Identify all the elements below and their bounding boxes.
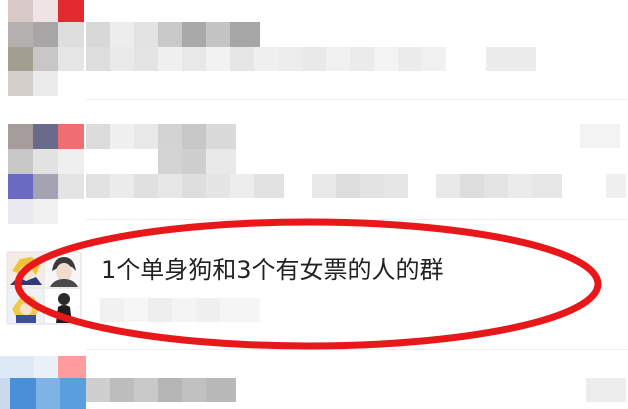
member-avatar-1: [8, 253, 43, 287]
group-avatar-image: [6, 251, 82, 325]
pixelated-timestamp: [580, 124, 620, 148]
pixelated-preview: [86, 47, 536, 71]
pixelated-avatar: [8, 0, 84, 96]
pixelated-title: [86, 378, 236, 402]
pixelated-title: [86, 22, 260, 47]
member-avatar-2: [45, 253, 80, 287]
group-chat-title: 1个单身狗和3个有女票的人的群: [101, 256, 444, 284]
pixelated-timestamp: [586, 378, 626, 402]
member-avatar-3: [8, 289, 43, 323]
pixelated-preview: [86, 174, 626, 198]
pixelated-avatar: [0, 356, 86, 409]
chat-list-item-censored-2[interactable]: [0, 100, 628, 224]
chat-list-item-censored-3[interactable]: [0, 350, 628, 409]
pixelated-preview: [100, 298, 260, 322]
pixelated-title: [86, 124, 236, 174]
member-avatar-4: [45, 289, 80, 323]
chat-list-screenshot: 1个单身狗和3个有女票的人的群: [0, 0, 628, 409]
chat-list-item-censored-1[interactable]: [0, 0, 628, 100]
pixelated-avatar: [8, 124, 84, 224]
group-avatar: [6, 251, 82, 325]
